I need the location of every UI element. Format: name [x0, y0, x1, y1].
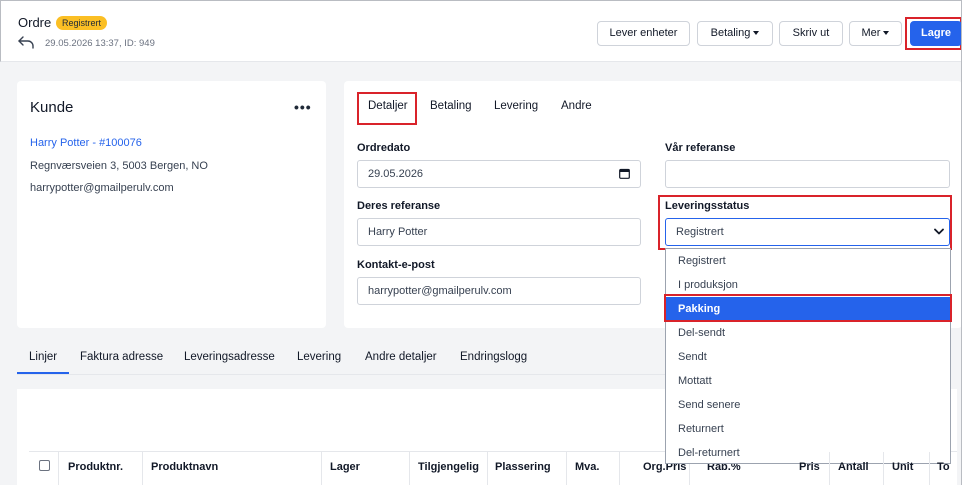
payment-button[interactable]: Betaling [697, 21, 773, 46]
col-stock[interactable]: Lager [330, 461, 360, 473]
order-date-value: 29.05.2026 [368, 168, 424, 180]
payment-label: Betaling [710, 27, 751, 39]
back-arrow-icon[interactable] [17, 35, 35, 49]
order-meta: 29.05.2026 13:37, ID: 949 [45, 38, 155, 49]
column-separator [566, 452, 567, 485]
column-separator [929, 452, 930, 485]
column-separator [487, 452, 488, 485]
tab-other[interactable]: Andre [561, 100, 592, 112]
tab-details[interactable]: Detaljer [368, 100, 408, 112]
tab-payment[interactable]: Betaling [430, 100, 472, 112]
order-header: Ordre Registrert 29.05.2026 13:37, ID: 9… [0, 0, 962, 62]
more-options-icon[interactable]: ••• [294, 99, 312, 115]
tab-invoice-address[interactable]: Faktura adresse [80, 351, 163, 363]
active-tab-indicator [17, 372, 69, 374]
print-button[interactable]: Skriv ut [779, 21, 843, 46]
packing-highlight [664, 294, 952, 322]
our-reference-label: Vår referanse [665, 142, 736, 154]
contact-email-label: Kontakt-e-post [357, 259, 435, 271]
column-separator [321, 452, 322, 485]
column-separator [409, 452, 410, 485]
customer-link[interactable]: Harry Potter - #100076 [30, 137, 142, 149]
delivery-status-label: Leveringsstatus [665, 200, 750, 212]
delivery-status-select[interactable]: Registrert [665, 218, 950, 246]
status-option-sent[interactable]: Sendt [666, 345, 950, 369]
delivery-status-dropdown: Registrert I produksjon Pakking Del-send… [665, 248, 951, 464]
chevron-down-icon [753, 31, 760, 36]
customer-card: Kunde ••• Harry Potter - #100076 Regnvær… [17, 81, 326, 328]
select-all-checkbox[interactable] [39, 460, 50, 471]
order-date-input[interactable]: 29.05.2026 [357, 160, 641, 188]
col-product-name[interactable]: Produktnavn [151, 461, 218, 473]
delivery-status-value: Registrert [676, 226, 724, 238]
status-option-returned[interactable]: Returnert [666, 417, 950, 441]
more-label: Mer [861, 27, 881, 39]
calendar-icon[interactable] [619, 168, 630, 179]
col-price[interactable]: Pris [799, 461, 820, 473]
chevron-down-icon [934, 228, 944, 235]
status-option-received[interactable]: Mottatt [666, 369, 950, 393]
save-label: Lagre [921, 27, 951, 39]
order-date-label: Ordredato [357, 142, 411, 154]
col-unit[interactable]: Unit [892, 461, 913, 473]
col-quantity[interactable]: Antall [838, 461, 869, 473]
their-reference-label: Deres referanse [357, 200, 441, 212]
chevron-down-icon [883, 31, 890, 36]
col-vat[interactable]: Mva. [575, 461, 599, 473]
print-label: Skriv ut [792, 27, 830, 39]
status-option-send-later[interactable]: Send senere [666, 393, 950, 417]
tab-delivery[interactable]: Levering [494, 100, 538, 112]
tab-bottom-delivery[interactable]: Levering [297, 351, 341, 363]
tab-other-details[interactable]: Andre detaljer [365, 351, 437, 363]
column-separator [829, 452, 830, 485]
page-title: Ordre [18, 15, 52, 30]
column-separator [58, 452, 59, 485]
deliver-units-label: Lever enheter [609, 27, 678, 39]
contact-email-input[interactable]: harrypotter@gmailperulv.com [357, 277, 641, 305]
column-separator [619, 452, 620, 485]
deliver-units-button[interactable]: Lever enheter [597, 21, 690, 46]
column-separator [883, 452, 884, 485]
save-button[interactable]: Lagre [910, 21, 962, 46]
customer-email: harrypotter@gmailperulv.com [30, 182, 174, 194]
tab-delivery-address[interactable]: Leveringsadresse [184, 351, 275, 363]
tab-change-log[interactable]: Endringslogg [460, 351, 527, 363]
our-reference-input[interactable] [665, 160, 950, 188]
column-separator [142, 452, 143, 485]
more-button[interactable]: Mer [849, 21, 902, 46]
status-option-partially-sent[interactable]: Del-sendt [666, 321, 950, 345]
col-location[interactable]: Plassering [495, 461, 551, 473]
customer-address: Regnværsveien 3, 5003 Bergen, NO [30, 160, 208, 172]
contact-email-value: harrypotter@gmailperulv.com [368, 285, 512, 297]
col-available[interactable]: Tilgjengelig [418, 461, 479, 473]
col-product-number[interactable]: Produktnr. [68, 461, 123, 473]
their-reference-input[interactable]: Harry Potter [357, 218, 641, 246]
tab-lines[interactable]: Linjer [29, 351, 57, 363]
status-option-registered[interactable]: Registrert [666, 249, 950, 273]
status-badge: Registrert [56, 16, 108, 30]
customer-title: Kunde [30, 99, 74, 116]
their-reference-value: Harry Potter [368, 226, 428, 238]
col-total[interactable]: To [937, 461, 961, 473]
